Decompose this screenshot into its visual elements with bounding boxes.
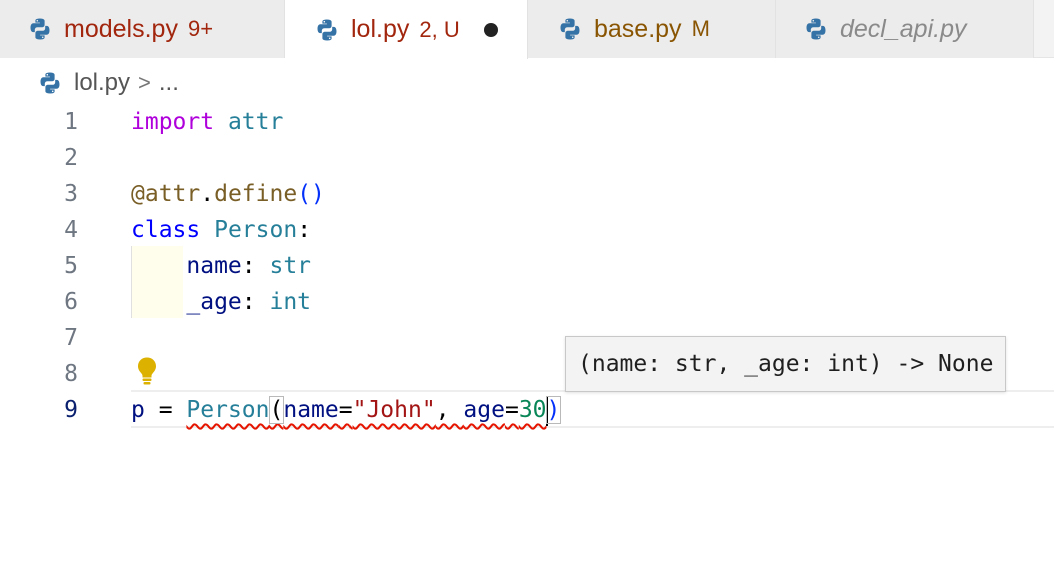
tab-label: lol.py [351, 15, 410, 43]
code-text[interactable]: @attr.define() [131, 176, 325, 212]
signature-help-tooltip: (name: str, _age: int) -> None [565, 336, 1007, 392]
line-number: 7 [64, 325, 78, 351]
bracket-token: ) [545, 396, 562, 424]
tab-base-py[interactable]: base.py M [528, 0, 776, 58]
number-token: 30 [518, 397, 547, 423]
line-number: 6 [64, 289, 78, 315]
keyword-token: import [131, 109, 215, 135]
code-line: 6 _age: int [0, 284, 1054, 320]
python-icon [806, 18, 826, 40]
unsaved-dot-icon[interactable] [483, 22, 498, 37]
class-token: Person [186, 397, 270, 423]
field-token: name [186, 253, 242, 279]
indent-token [131, 253, 186, 279]
editor-tab-bar: models.py 9+ lol.py 2, U base.py M decl_… [0, 0, 1054, 59]
indent-token [131, 289, 186, 315]
colon-token: : [241, 253, 270, 279]
python-icon [40, 72, 60, 94]
breadcrumb: lol.py > ... [38, 66, 179, 100]
code-text[interactable]: class Person: [131, 212, 311, 248]
line-number: 2 [64, 145, 78, 171]
breadcrumb-more[interactable]: ... [159, 69, 179, 97]
string-token: "John" [352, 397, 436, 423]
python-icon [30, 18, 50, 40]
tab-label: models.py [64, 14, 178, 43]
type-token: int [269, 289, 312, 315]
line-number: 1 [64, 109, 78, 135]
operator-token: = [338, 397, 353, 423]
code-editor[interactable]: 1 import attr 2 3 @attr.define() 4 class… [0, 104, 1054, 562]
tab-decl-api-py[interactable]: decl_api.py [776, 0, 1034, 58]
python-icon [560, 18, 580, 40]
line-number: 4 [64, 217, 78, 243]
code-text[interactable]: import attr [131, 104, 283, 140]
bracket-token: ( [268, 396, 285, 424]
code-line: 1 import attr [0, 104, 1054, 140]
line-number: 8 [64, 361, 78, 387]
argument-token: name [283, 397, 339, 423]
code-text[interactable]: p = Person(name="John", age=30) [131, 392, 562, 428]
class-token: Person [200, 217, 298, 243]
code-line-current: 9 p = Person(name="John", age=30) [0, 392, 1054, 428]
error-squiggle[interactable]: Person(name="John", age=30 [186, 396, 547, 424]
colon-token: : [241, 289, 270, 315]
function-token: define [214, 181, 298, 207]
variable-token: p [131, 397, 145, 423]
operator-token: = [144, 397, 187, 423]
code-line: 3 @attr.define() [0, 176, 1054, 212]
code-text[interactable]: name: str [131, 248, 311, 284]
decorator-token: @attr [131, 181, 201, 207]
code-line: 2 [0, 140, 1054, 176]
python-icon [317, 19, 337, 40]
comma-token: , [435, 397, 464, 423]
argument-token: age [463, 397, 505, 423]
keyword-token: class [131, 217, 201, 243]
code-line: 5 name: str [0, 248, 1054, 284]
chevron-right-icon: > [138, 70, 151, 95]
tab-label: base.py [594, 14, 682, 43]
line-number: 5 [64, 253, 78, 279]
module-token: attr [214, 109, 284, 135]
tab-badge: 2, U [419, 16, 460, 42]
line-number: 9 [64, 397, 78, 423]
line-number: 3 [64, 181, 78, 207]
tab-lol-py[interactable]: lol.py 2, U [285, 0, 528, 59]
dot-token: . [200, 181, 215, 207]
paren-token: () [297, 181, 325, 207]
tab-badge: M [691, 16, 710, 41]
type-token: str [269, 253, 312, 279]
tab-models-py[interactable]: models.py 9+ [0, 0, 285, 58]
tab-badge: 9+ [187, 16, 214, 41]
code-text[interactable]: _age: int [131, 284, 311, 320]
operator-token: = [504, 397, 519, 423]
lightbulb-icon[interactable] [135, 356, 159, 386]
tab-label: decl_api.py [840, 14, 967, 43]
colon-token: : [297, 217, 312, 243]
breadcrumb-file[interactable]: lol.py [74, 69, 130, 97]
field-token: _age [186, 289, 242, 315]
code-line: 4 class Person: [0, 212, 1054, 248]
